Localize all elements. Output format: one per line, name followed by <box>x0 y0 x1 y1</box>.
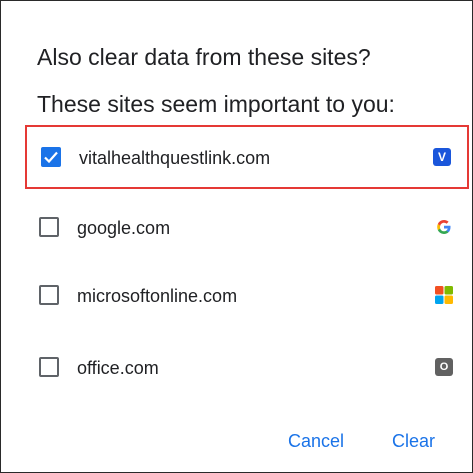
site-domain-label: office.com <box>77 358 159 378</box>
microsoft-logo-icon <box>435 286 453 304</box>
v-letter-icon: V <box>433 148 451 166</box>
site-row-office[interactable]: office.com O <box>25 337 469 401</box>
site-domain-label: google.com <box>77 218 171 238</box>
o-letter-icon: O <box>435 358 453 376</box>
site-checkbox-checked[interactable] <box>41 147 61 167</box>
site-checkbox[interactable] <box>39 357 59 377</box>
clear-data-dialog: Also clear data from these sites? These … <box>0 0 473 473</box>
site-checkbox[interactable] <box>39 217 59 237</box>
dialog-subtitle: These sites seem important to you: <box>37 91 395 117</box>
site-row-microsoftonline[interactable]: microsoftonline.com <box>25 265 469 329</box>
dialog-title: Also clear data from these sites? <box>37 44 371 70</box>
cancel-button[interactable]: Cancel <box>288 429 344 453</box>
site-row-vitalhealthquestlink[interactable]: vitalhealthquestlink.com V <box>25 125 469 189</box>
site-checkbox[interactable] <box>39 285 59 305</box>
site-domain-label: microsoftonline.com <box>77 286 238 306</box>
google-g-icon <box>435 218 453 236</box>
clear-button[interactable]: Clear <box>392 429 435 453</box>
site-domain-label: vitalhealthquestlink.com <box>79 148 271 168</box>
checkmark-icon <box>44 151 58 164</box>
site-row-google[interactable]: google.com <box>25 197 469 261</box>
